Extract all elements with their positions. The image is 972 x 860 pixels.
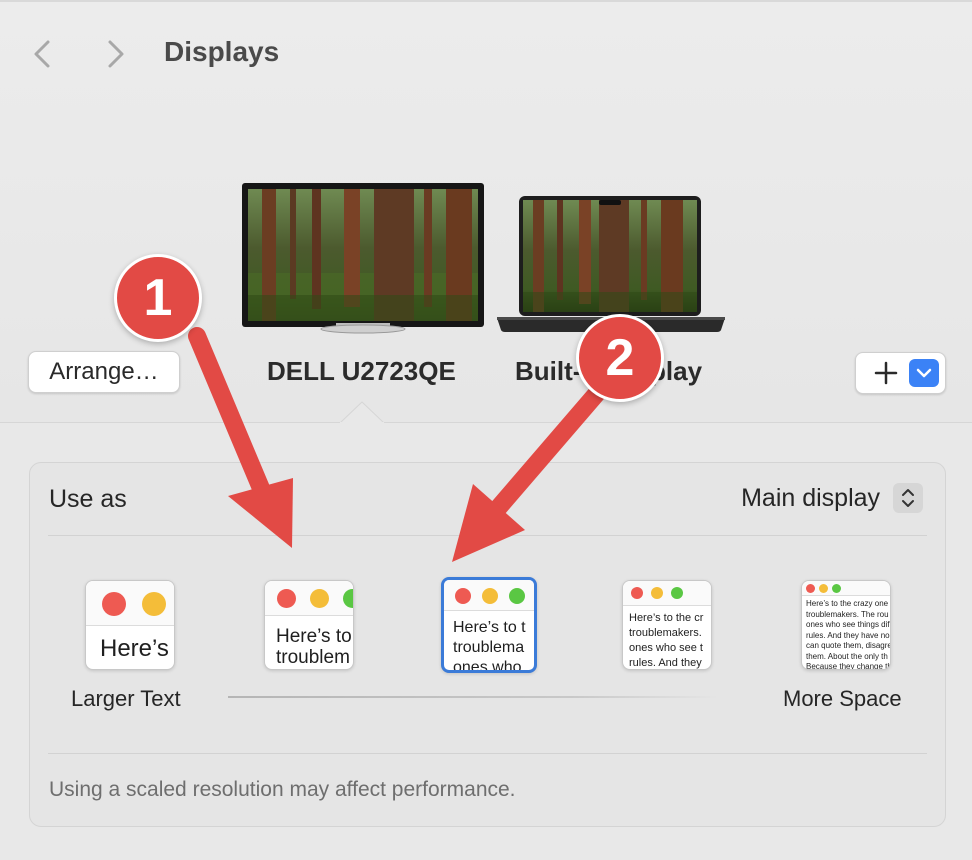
display-settings-panel: Use as Main display Here’s Here’s to tro…: [29, 462, 946, 827]
window-top-edge: [0, 0, 972, 2]
resolution-scale-track: [228, 696, 718, 698]
back-icon[interactable]: [28, 36, 58, 72]
resolution-option-4[interactable]: Here’s to the cr troublemakers. ones who…: [622, 580, 712, 670]
panel-divider: [48, 535, 927, 536]
chevron-down-icon[interactable]: [909, 359, 939, 387]
zoom-dot-icon: [671, 587, 683, 599]
forward-icon[interactable]: [100, 36, 130, 72]
use-as-select[interactable]: Main display: [741, 483, 923, 514]
display-label-built-in-left[interactable]: Built-: [515, 356, 581, 387]
performance-note: Using a scaled resolution may affect per…: [49, 778, 516, 801]
selected-display-pointer: [340, 401, 384, 424]
resolution-option-2[interactable]: Here’s to troublem: [264, 580, 354, 670]
display-arrangement-area: Displays Arrange… DELL U2723QE Built- pl…: [0, 0, 972, 423]
resolution-option-larger-text[interactable]: Here’s: [85, 580, 175, 670]
sample-text: Here’s to the cr troublemakers. ones who…: [629, 612, 704, 669]
window-titlebar: [265, 581, 353, 616]
callout-1: 1: [114, 254, 202, 342]
sample-text: Here’s to troublem: [276, 626, 352, 668]
window-titlebar: [802, 581, 890, 596]
minimize-dot-icon: [142, 592, 166, 616]
zoom-dot-icon: [509, 588, 525, 604]
callout-2: 2: [576, 314, 664, 402]
resolution-option-3-selected[interactable]: Here’s to t troublema ones who: [441, 577, 537, 673]
close-dot-icon: [455, 588, 471, 604]
more-space-label: More Space: [783, 686, 902, 711]
page-title: Displays: [164, 36, 280, 67]
display-label-dell[interactable]: DELL U2723QE: [267, 356, 456, 387]
use-as-label: Use as: [49, 485, 127, 513]
minimize-dot-icon: [819, 584, 828, 593]
close-dot-icon: [277, 589, 296, 608]
sample-text: Here’s to t troublema ones who: [453, 619, 526, 673]
built-in-display-image[interactable]: [495, 196, 727, 334]
larger-text-label: Larger Text: [71, 686, 181, 711]
minimize-dot-icon: [310, 589, 329, 608]
close-dot-icon: [102, 592, 126, 616]
external-monitor-image[interactable]: [242, 183, 484, 335]
minimize-dot-icon: [651, 587, 663, 599]
sample-text: Here’s: [100, 635, 169, 662]
arrange-button[interactable]: Arrange…: [28, 351, 180, 393]
window-titlebar: [623, 581, 711, 606]
add-display-control[interactable]: [855, 352, 946, 394]
zoom-dot-icon: [832, 584, 841, 593]
plus-icon[interactable]: [872, 359, 900, 387]
sample-text: Here’s to the crazy one troublemakers. T…: [806, 599, 891, 670]
use-as-value: Main display: [741, 483, 881, 512]
resolution-option-more-space[interactable]: Here’s to the crazy one troublemakers. T…: [801, 580, 891, 670]
window-titlebar: [86, 581, 174, 626]
panel-divider: [48, 753, 927, 754]
close-dot-icon: [631, 587, 643, 599]
zoom-dot-icon: [343, 589, 353, 608]
close-dot-icon: [806, 584, 815, 593]
minimize-dot-icon: [482, 588, 498, 604]
window-titlebar: [444, 580, 534, 611]
up-down-stepper-icon[interactable]: [893, 483, 923, 514]
